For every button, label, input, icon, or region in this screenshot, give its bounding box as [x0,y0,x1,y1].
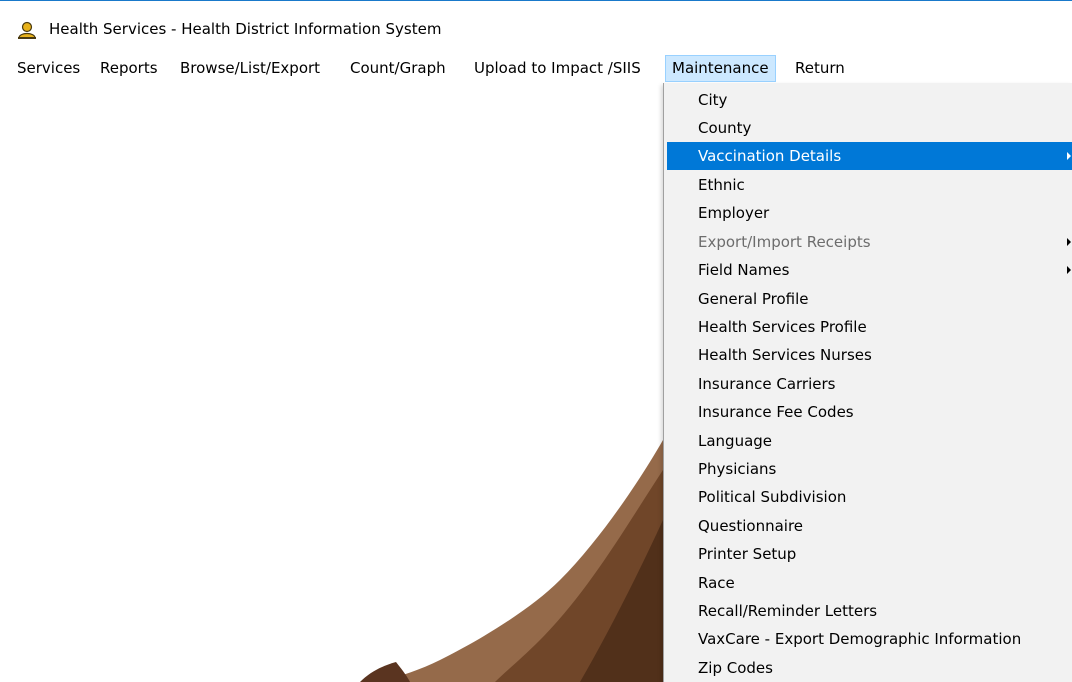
menu-item-insurance-fee-codes[interactable]: Insurance Fee Codes [667,398,1072,426]
menu-item-label: County [698,119,752,137]
menu-item-printer-setup[interactable]: Printer Setup [667,540,1072,568]
menu-item-city[interactable]: City [667,86,1072,114]
menu-item-label: Race [698,574,735,592]
menu-item-zip-codes[interactable]: Zip Codes [667,654,1072,682]
menu-item-label: General Profile [698,290,809,308]
menu-item-general-profile[interactable]: General Profile [667,285,1072,313]
menu-item-label: City [698,91,728,109]
menu-item-language[interactable]: Language [667,427,1072,455]
menu-item-label: Field Names [698,261,790,279]
submenu-arrow-icon [1067,266,1071,274]
menu-item-label: Political Subdivision [698,488,847,506]
user-person-icon [17,21,37,39]
menu-item-label: Insurance Carriers [698,375,836,393]
menu-item-label: Questionnaire [698,517,804,535]
menu-item-label: VaxCare - Export Demographic Information [698,630,1022,648]
menu-reports[interactable]: Reports [93,55,165,82]
window-top-border [0,0,1072,1]
menu-item-ethnic[interactable]: Ethnic [667,171,1072,199]
menu-item-label: Zip Codes [698,659,773,677]
menu-item-label: Insurance Fee Codes [698,403,854,421]
menu-item-race[interactable]: Race [667,569,1072,597]
menu-item-questionnaire[interactable]: Questionnaire [667,512,1072,540]
menu-item-label: Health Services Profile [698,318,867,336]
menu-item-label: Printer Setup [698,545,797,563]
menu-item-label: Employer [698,204,770,222]
menu-item-insurance-carriers[interactable]: Insurance Carriers [667,370,1072,398]
menu-count-graph[interactable]: Count/Graph [343,55,453,82]
menu-services[interactable]: Services [10,55,87,82]
menu-item-field-names[interactable]: Field Names [667,256,1072,284]
menu-item-label: Export/Import Receipts [698,233,871,251]
menu-item-political-subdivision[interactable]: Political Subdivision [667,483,1072,511]
menu-item-vaccination-details[interactable]: Vaccination Details [667,142,1072,170]
submenu-arrow-icon [1067,152,1071,160]
menu-item-vaxcare-export[interactable]: VaxCare - Export Demographic Information [667,625,1072,653]
menu-item-physicians[interactable]: Physicians [667,455,1072,483]
menu-item-label: Language [698,432,773,450]
menu-item-export-import-receipts: Export/Import Receipts [667,228,1072,256]
menu-item-county[interactable]: County [667,114,1072,142]
menu-item-employer[interactable]: Employer [667,199,1072,227]
menu-maintenance[interactable]: Maintenance [665,55,776,82]
menu-item-label: Ethnic [698,176,745,194]
menu-item-label: Physicians [698,460,777,478]
menu-browse-list-export[interactable]: Browse/List/Export [173,55,327,82]
menu-item-health-services-nurses[interactable]: Health Services Nurses [667,341,1072,369]
window-title: Health Services - Health District Inform… [49,20,442,38]
menu-bar: Services Reports Browse/List/Export Coun… [0,55,1072,83]
menu-item-label: Health Services Nurses [698,346,872,364]
menu-upload-impact-siis[interactable]: Upload to Impact /SIIS [467,55,648,82]
menu-item-label: Recall/Reminder Letters [698,602,878,620]
menu-item-health-services-profile[interactable]: Health Services Profile [667,313,1072,341]
title-bar: Health Services - Health District Inform… [0,14,1072,44]
menu-return[interactable]: Return [788,55,852,82]
menu-item-recall-reminder-letters[interactable]: Recall/Reminder Letters [667,597,1072,625]
maintenance-dropdown-menu: City County Vaccination Details Ethnic E… [663,83,1072,682]
submenu-arrow-icon [1067,238,1071,246]
menu-item-label: Vaccination Details [698,147,842,165]
